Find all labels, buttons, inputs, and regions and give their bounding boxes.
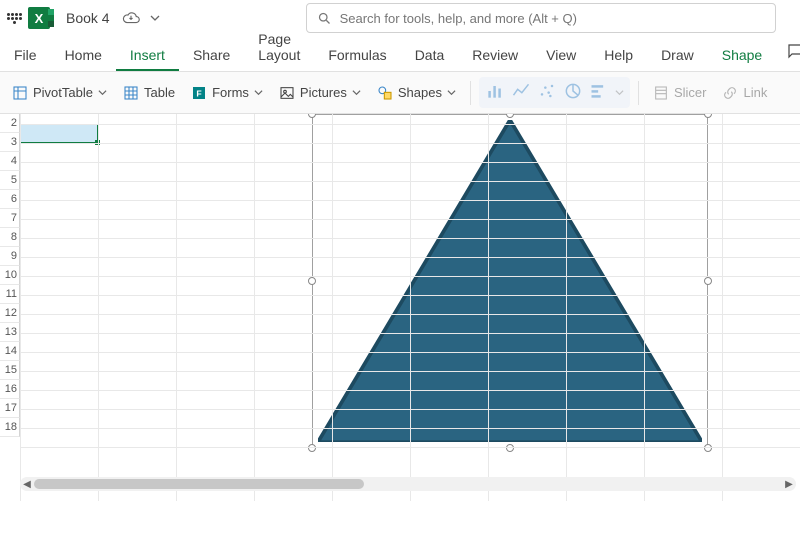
- separator: [638, 81, 639, 105]
- svg-text:F: F: [196, 88, 201, 98]
- line-chart-icon[interactable]: [511, 81, 531, 104]
- app-launcher-icon[interactable]: [6, 10, 22, 26]
- search-placeholder: Search for tools, help, and more (Alt + …: [340, 11, 577, 26]
- resize-handle-ml[interactable]: [308, 277, 316, 285]
- resize-handle-bl[interactable]: [308, 444, 316, 452]
- scroll-right-icon[interactable]: ▶: [782, 477, 796, 491]
- row-header[interactable]: 6: [0, 190, 20, 209]
- workbook-name[interactable]: Book 4: [66, 10, 110, 26]
- resize-handle-bm[interactable]: [506, 444, 514, 452]
- table-icon: [123, 85, 139, 101]
- tab-help[interactable]: Help: [590, 39, 647, 71]
- chevron-down-icon: [98, 88, 107, 97]
- pictures-icon: [279, 85, 295, 101]
- excel-logo-icon: X: [28, 7, 50, 29]
- pivottable-button[interactable]: PivotTable: [6, 81, 113, 105]
- search-icon: [317, 11, 332, 26]
- link-button[interactable]: Link: [716, 81, 773, 105]
- column-chart-icon[interactable]: [485, 81, 505, 104]
- row-header[interactable]: 5: [0, 171, 20, 190]
- pictures-label: Pictures: [300, 85, 347, 100]
- shapes-button[interactable]: Shapes: [371, 81, 462, 105]
- row-header[interactable]: 14: [0, 342, 20, 361]
- row-header[interactable]: 11: [0, 285, 20, 304]
- tab-review[interactable]: Review: [458, 39, 532, 71]
- title-bar: X Book 4 Search for tools, help, and mor…: [0, 0, 800, 36]
- row-header[interactable]: 4: [0, 152, 20, 171]
- tab-insert[interactable]: Insert: [116, 39, 179, 71]
- tab-share[interactable]: Share: [179, 39, 244, 71]
- slicer-label: Slicer: [674, 85, 707, 100]
- search-box[interactable]: Search for tools, help, and more (Alt + …: [306, 3, 776, 33]
- tab-view[interactable]: View: [532, 39, 590, 71]
- row-header[interactable]: 3: [0, 133, 20, 152]
- charts-group: [479, 77, 630, 108]
- autosave-cloud-icon[interactable]: [122, 9, 140, 27]
- separator: [470, 81, 471, 105]
- tab-page-layout[interactable]: Page Layout: [244, 23, 314, 71]
- tab-home[interactable]: Home: [51, 39, 116, 71]
- row-header[interactable]: 17: [0, 399, 20, 418]
- row-header[interactable]: 2: [0, 114, 20, 133]
- tab-shape[interactable]: Shape: [708, 39, 776, 71]
- slicer-button[interactable]: Slicer: [647, 81, 713, 105]
- row-header[interactable]: 13: [0, 323, 20, 342]
- row-header[interactable]: 18: [0, 418, 20, 437]
- scrollbar-thumb[interactable]: [34, 479, 364, 489]
- scatter-chart-icon[interactable]: [537, 81, 557, 104]
- row-header[interactable]: 10: [0, 266, 20, 285]
- row-header[interactable]: 7: [0, 209, 20, 228]
- row-header[interactable]: 15: [0, 361, 20, 380]
- selected-cell[interactable]: [20, 124, 98, 143]
- forms-button[interactable]: F Forms: [185, 81, 269, 105]
- title-dropdown-icon[interactable]: [150, 13, 160, 23]
- spreadsheet-grid[interactable]: 23456789101112131415161718 ◀ ▶: [0, 114, 800, 501]
- table-button[interactable]: Table: [117, 81, 181, 105]
- row-header[interactable]: 16: [0, 380, 20, 399]
- forms-label: Forms: [212, 85, 249, 100]
- pie-chart-icon[interactable]: [563, 81, 583, 104]
- row-headers: 23456789101112131415161718: [0, 114, 20, 437]
- row-header[interactable]: 8: [0, 228, 20, 247]
- resize-handle-mr[interactable]: [704, 277, 712, 285]
- grid-cells[interactable]: [20, 114, 800, 501]
- pictures-button[interactable]: Pictures: [273, 81, 367, 105]
- tab-file[interactable]: File: [0, 39, 51, 71]
- ribbon-toolbar: PivotTable Table F Forms Pictures Shapes…: [0, 72, 800, 114]
- shape-selection[interactable]: [312, 114, 708, 448]
- bar-chart-icon[interactable]: [589, 81, 609, 104]
- link-icon: [722, 85, 738, 101]
- resize-handle-br[interactable]: [704, 444, 712, 452]
- table-label: Table: [144, 85, 175, 100]
- slicer-icon: [653, 85, 669, 101]
- ribbon-tabs: File Home Insert Share Page Layout Formu…: [0, 36, 800, 72]
- pivottable-icon: [12, 85, 28, 101]
- horizontal-scrollbar[interactable]: ◀ ▶: [20, 477, 796, 491]
- shapes-icon: [377, 85, 393, 101]
- tab-formulas[interactable]: Formulas: [314, 39, 400, 71]
- row-header[interactable]: 12: [0, 304, 20, 323]
- comments-icon[interactable]: [776, 34, 800, 71]
- chevron-down-icon: [352, 88, 361, 97]
- row-header[interactable]: 9: [0, 247, 20, 266]
- link-label: Link: [743, 85, 767, 100]
- chevron-down-icon: [254, 88, 263, 97]
- tab-draw[interactable]: Draw: [647, 39, 708, 71]
- shapes-label: Shapes: [398, 85, 442, 100]
- forms-icon: F: [191, 85, 207, 101]
- charts-dropdown-icon[interactable]: [615, 88, 624, 97]
- pivottable-label: PivotTable: [33, 85, 93, 100]
- tab-data[interactable]: Data: [401, 39, 459, 71]
- chevron-down-icon: [447, 88, 456, 97]
- scroll-left-icon[interactable]: ◀: [20, 477, 34, 491]
- resize-handle-tr[interactable]: [704, 114, 712, 118]
